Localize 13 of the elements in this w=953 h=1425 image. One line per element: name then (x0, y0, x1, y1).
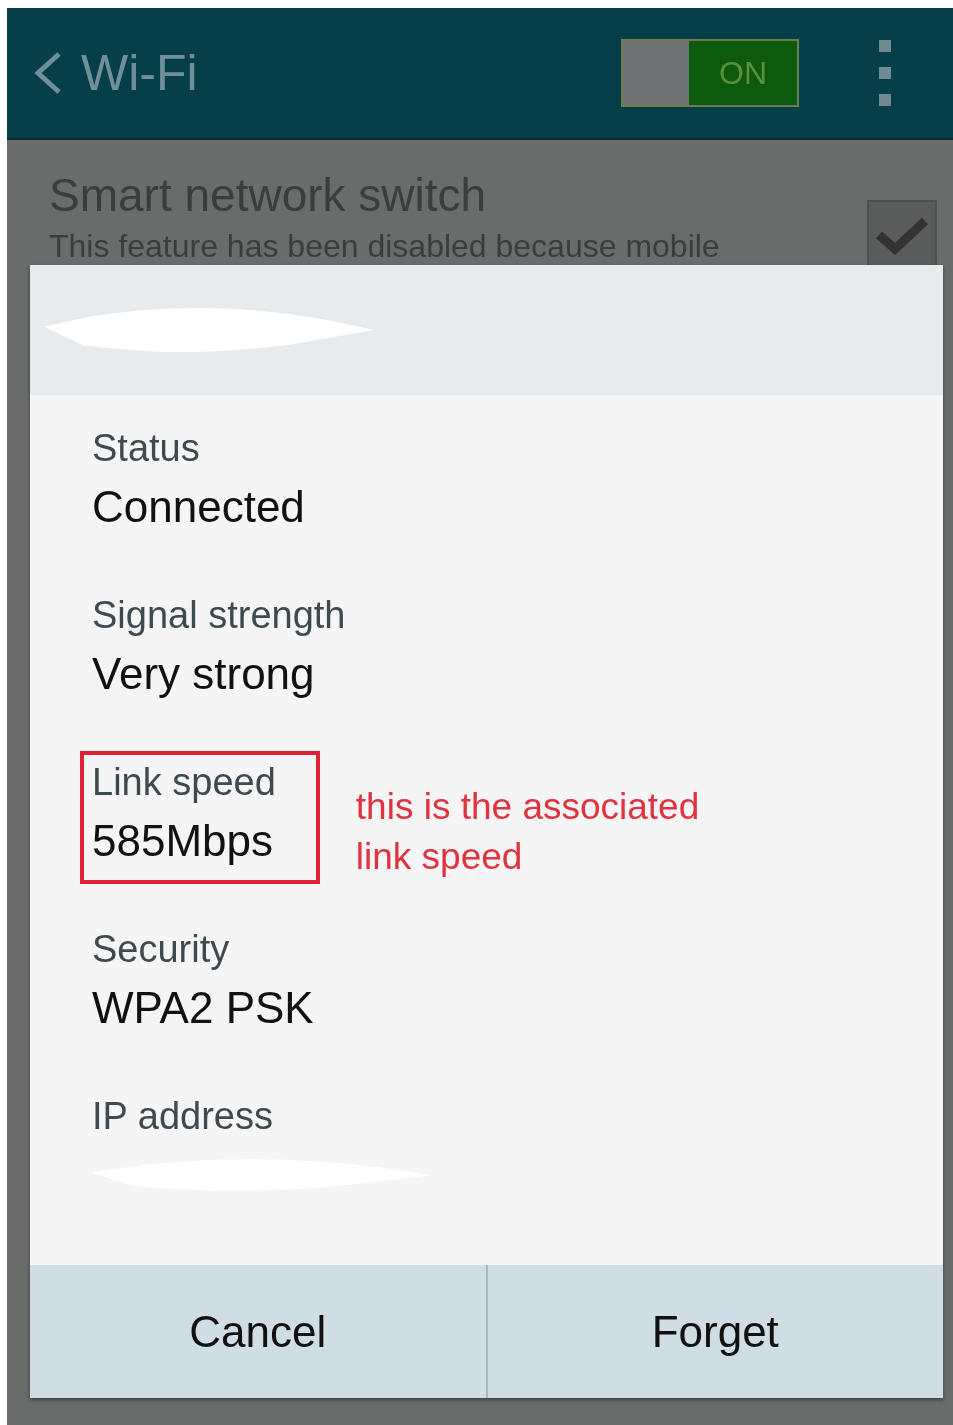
detail-label: Signal strength (92, 594, 346, 637)
detail-label: Status (92, 427, 201, 470)
detail-value: Connected (92, 482, 305, 532)
detail-label: Security (92, 928, 231, 971)
detail-label: Link speed (92, 761, 276, 804)
detail-label: IP address (92, 1095, 274, 1138)
detail-value: WPA2 PSK (92, 983, 314, 1033)
annotation-text: this is the associated link speed (355, 784, 701, 879)
detail-value: Very strong (92, 649, 316, 699)
more-options-icon[interactable] (879, 40, 893, 106)
back-icon[interactable] (33, 51, 63, 95)
detail-value: 585Mbps (92, 816, 274, 866)
screen-title: Wi-Fi (81, 44, 199, 102)
